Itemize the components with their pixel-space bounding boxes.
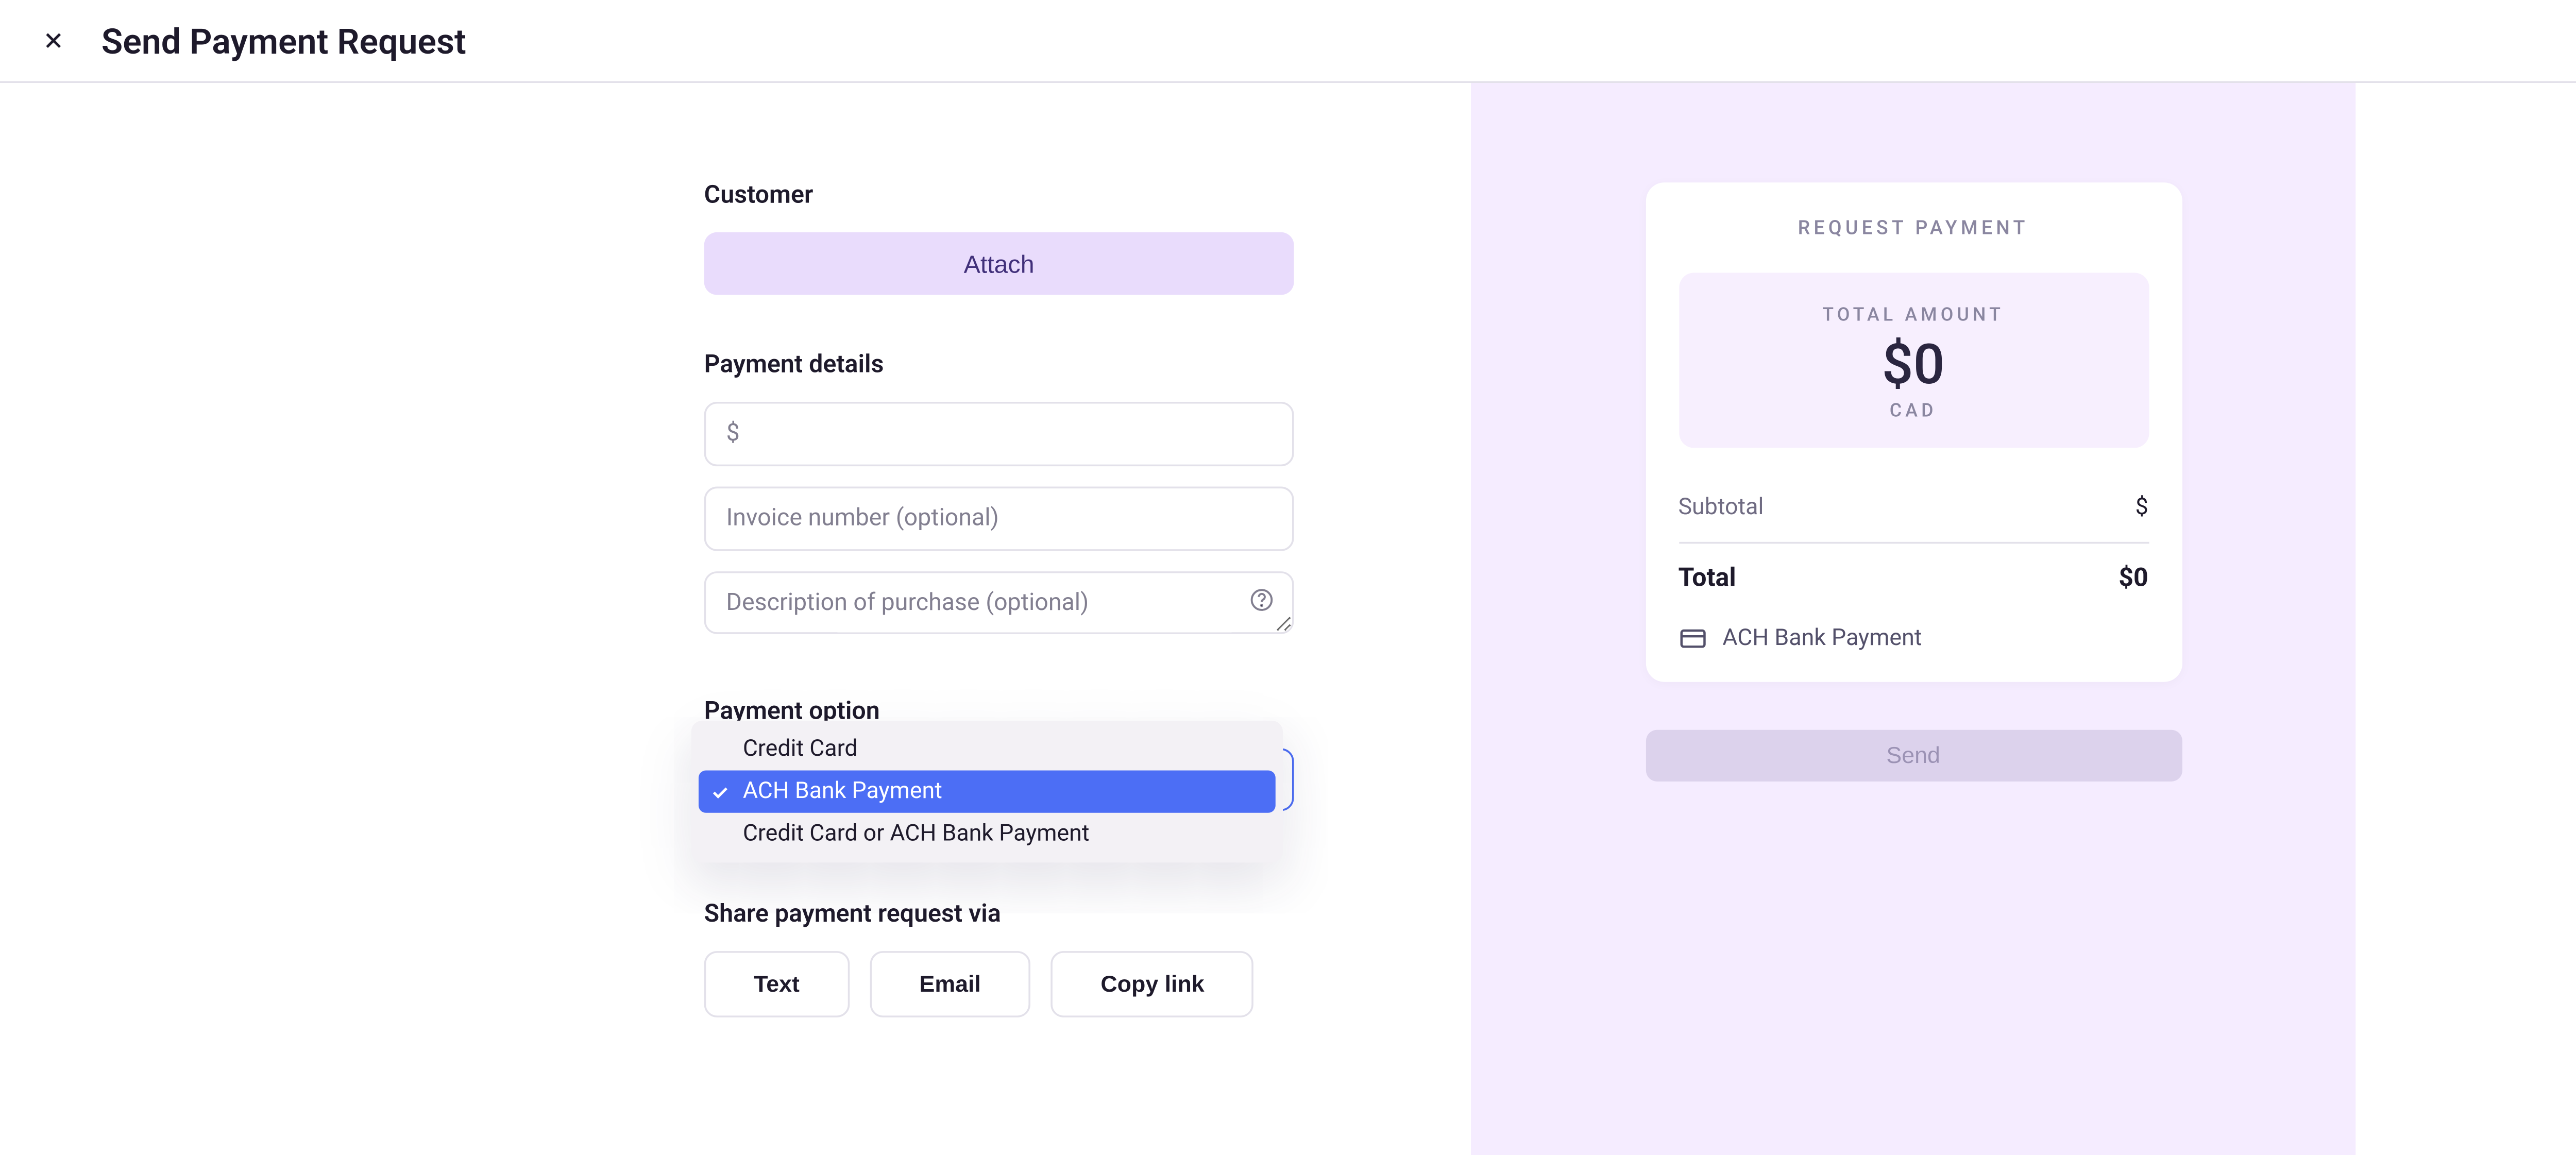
customer-section-label: Customer	[704, 181, 1294, 210]
summary-card: REQUEST PAYMENT TOTAL AMOUNT $0 CAD Subt…	[1645, 182, 2181, 682]
option-credit-or-ach[interactable]: Credit Card or ACH Bank Payment	[699, 813, 1276, 855]
close-icon	[41, 28, 66, 54]
option-label: Credit Card or ACH Bank Payment	[743, 820, 1090, 848]
total-amount-value: $0	[1697, 334, 2130, 398]
payment-option-dropdown: Credit Card ACH Bank Payment Credit C	[691, 721, 1283, 862]
send-button[interactable]: Send	[1645, 730, 2181, 782]
grand-total-value: $0	[2119, 564, 2148, 593]
option-label: ACH Bank Payment	[743, 778, 942, 806]
currency-label: CAD	[1697, 402, 2130, 422]
page-title: Send Payment Request	[101, 20, 466, 62]
total-amount-label: TOTAL AMOUNT	[1697, 306, 2130, 326]
page-header: Send Payment Request	[0, 0, 2576, 83]
summary-eyebrow: REQUEST PAYMENT	[1678, 216, 2148, 240]
summary-pane: REQUEST PAYMENT TOTAL AMOUNT $0 CAD Subt…	[1471, 83, 2355, 1155]
invoice-number-input[interactable]	[704, 487, 1294, 551]
payment-method-row: ACH Bank Payment	[1678, 614, 2148, 652]
total-row: Total $0	[1678, 543, 2148, 614]
total-amount-box: TOTAL AMOUNT $0 CAD	[1678, 273, 2148, 448]
grand-total-label: Total	[1678, 564, 1736, 593]
payment-details-section-label: Payment details	[704, 350, 1294, 380]
card-icon	[1678, 625, 1706, 653]
help-icon[interactable]	[1248, 586, 1276, 614]
attach-customer-button[interactable]: Attach	[704, 232, 1294, 295]
description-input[interactable]	[704, 571, 1294, 634]
share-section-label: Share payment request via	[704, 899, 1294, 929]
check-icon	[709, 782, 730, 802]
share-email-button[interactable]: Email	[870, 951, 1031, 1017]
option-label: Credit Card	[743, 736, 858, 763]
amount-input[interactable]	[704, 402, 1294, 466]
share-text-button[interactable]: Text	[704, 951, 850, 1017]
option-credit-card[interactable]: Credit Card	[699, 728, 1276, 770]
subtotal-value: $	[2136, 494, 2148, 522]
share-copy-link-button[interactable]: Copy link	[1051, 951, 1254, 1017]
close-button[interactable]	[33, 20, 74, 61]
payment-method-label: ACH Bank Payment	[1722, 625, 1922, 653]
option-ach-bank-payment[interactable]: ACH Bank Payment	[699, 770, 1276, 812]
subtotal-row: Subtotal $	[1678, 473, 2148, 543]
subtotal-label: Subtotal	[1678, 494, 1764, 522]
